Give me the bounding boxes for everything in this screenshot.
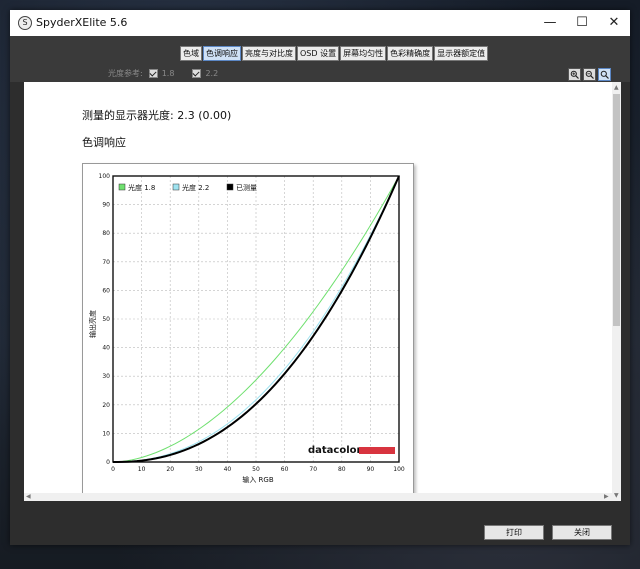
series-line-0 — [112, 175, 400, 463]
section-title: 色调响应 — [82, 136, 126, 149]
legend-swatch-1 — [172, 183, 180, 191]
measured-gamma: 测量的显示器光度: 2.3 (0.00) — [82, 107, 231, 123]
tab-color-accuracy[interactable]: 色彩精确度 — [387, 46, 434, 61]
zoom-in-icon[interactable] — [568, 68, 581, 81]
y-tick-label: 60 — [102, 287, 110, 294]
x-tick-label: 100 — [393, 466, 405, 473]
zoom-out-icon[interactable] — [583, 68, 596, 81]
desktop-strip — [0, 545, 640, 569]
tab-osd-settings[interactable]: OSD 设置 — [297, 46, 340, 61]
maximize-button[interactable]: ☐ — [566, 10, 598, 36]
minimize-button[interactable]: — — [534, 10, 566, 36]
x-tick-label: 10 — [138, 466, 146, 473]
x-tick-label: 40 — [224, 466, 232, 473]
title-bar[interactable]: S SpyderXElite 5.6 — ☐ ✕ — [10, 10, 630, 36]
y-tick-label: 10 — [102, 430, 110, 437]
report-content: 测量的显示器光度: 2.3 (0.00) 色调响应 0 10 20 30 40 50 60 7… — [24, 82, 612, 501]
vertical-scrollbar[interactable]: ▲ ▼ — [612, 82, 621, 501]
y-tick-label: 90 — [102, 202, 110, 209]
window-title: SpyderXElite 5.6 — [36, 16, 128, 29]
app-icon: S — [18, 16, 32, 30]
bottom-bar: 打印 关闭 — [10, 501, 630, 545]
x-tick-label: 0 — [111, 466, 115, 473]
y-tick-label: 50 — [102, 316, 110, 323]
chart-svg: 0 10 20 30 40 50 60 70 80 90 100 0 10 20 30 40 50 60 70 80 9… — [88, 173, 405, 484]
tab-display-rating[interactable]: 显示器额定值 — [434, 46, 489, 61]
y-tick-label: 80 — [102, 230, 110, 237]
legend-label-2: 已测量 — [236, 184, 257, 192]
tab-screen-uniformity[interactable]: 屏幕均匀性 — [340, 46, 387, 61]
scroll-up-icon[interactable]: ▲ — [614, 84, 619, 91]
horizontal-scrollbar[interactable]: ◀ ▶ — [24, 493, 612, 501]
vertical-scroll-thumb[interactable] — [613, 94, 620, 326]
measured-gamma-label: 测量的显示器光度: — [82, 109, 174, 122]
y-tick-label: 30 — [102, 373, 110, 380]
series-line-2 — [112, 175, 400, 463]
brand-bar — [359, 447, 395, 454]
legend-swatch-2 — [226, 183, 234, 191]
scroll-left-icon[interactable]: ◀ — [26, 493, 31, 500]
x-tick-label: 30 — [195, 466, 203, 473]
x-tick-label: 80 — [338, 466, 346, 473]
tab-bar: 色域 色调响应 亮度与对比度 OSD 设置 屏幕均匀性 色彩精确度 显示器额定值 — [180, 46, 489, 61]
tab-color-gamut[interactable]: 色域 — [180, 46, 202, 61]
gamma-1-8-label: 1.8 — [161, 69, 175, 78]
plot-frame — [112, 175, 400, 463]
x-tick-label: 50 — [252, 466, 260, 473]
gamma-reference: 光度参考: 1.8 2.2 — [108, 68, 218, 79]
x-axis-label: 输入 RGB — [242, 475, 274, 484]
x-tick-label: 90 — [367, 466, 375, 473]
gamma-reference-label: 光度参考: — [108, 69, 143, 78]
datacolor-logo: datacolor — [308, 445, 395, 456]
tab-brightness-contrast[interactable]: 亮度与对比度 — [242, 46, 296, 61]
legend-label-0: 光度 1.8 — [128, 183, 155, 192]
y-tick-label: 20 — [102, 402, 110, 409]
gamma-2-2-label: 2.2 — [205, 69, 219, 78]
brand-text: datacolor — [308, 445, 362, 456]
app-window: S SpyderXElite 5.6 — ☐ ✕ 色域 色调响应 亮度与对比度 … — [10, 10, 630, 545]
gamma-1-8-checkbox[interactable] — [148, 69, 158, 78]
y-tick-label: 40 — [102, 345, 110, 352]
tone-response-chart: 0 10 20 30 40 50 60 70 80 90 100 0 10 20 30 40 50 60 70 80 9… — [82, 163, 414, 495]
x-tick-label: 70 — [309, 466, 317, 473]
close-button[interactable]: 关闭 — [552, 525, 612, 540]
series-line-1 — [112, 175, 400, 463]
x-tick-label: 60 — [281, 466, 289, 473]
y-axis-label: 输出亮度 — [88, 310, 97, 338]
y-tick-label: 0 — [106, 459, 110, 466]
measured-gamma-value: 2.3 (0.00) — [177, 109, 232, 122]
y-tick-label: 100 — [99, 173, 111, 180]
y-tick-label: 70 — [102, 259, 110, 266]
close-window-button[interactable]: ✕ — [598, 10, 630, 36]
x-tick-label: 20 — [166, 466, 174, 473]
zoom-fit-icon[interactable] — [598, 68, 611, 81]
gamma-2-2-checkbox[interactable] — [192, 69, 202, 78]
scroll-down-icon[interactable]: ▼ — [614, 492, 619, 499]
toolbar: 色域 色调响应 亮度与对比度 OSD 设置 屏幕均匀性 色彩精确度 显示器额定值… — [10, 36, 630, 82]
legend-label-1: 光度 2.2 — [182, 183, 209, 192]
scroll-right-icon[interactable]: ▶ — [604, 493, 609, 500]
tab-tone-response[interactable]: 色调响应 — [203, 46, 241, 61]
legend-swatch-0 — [118, 183, 126, 191]
print-button[interactable]: 打印 — [484, 525, 544, 540]
